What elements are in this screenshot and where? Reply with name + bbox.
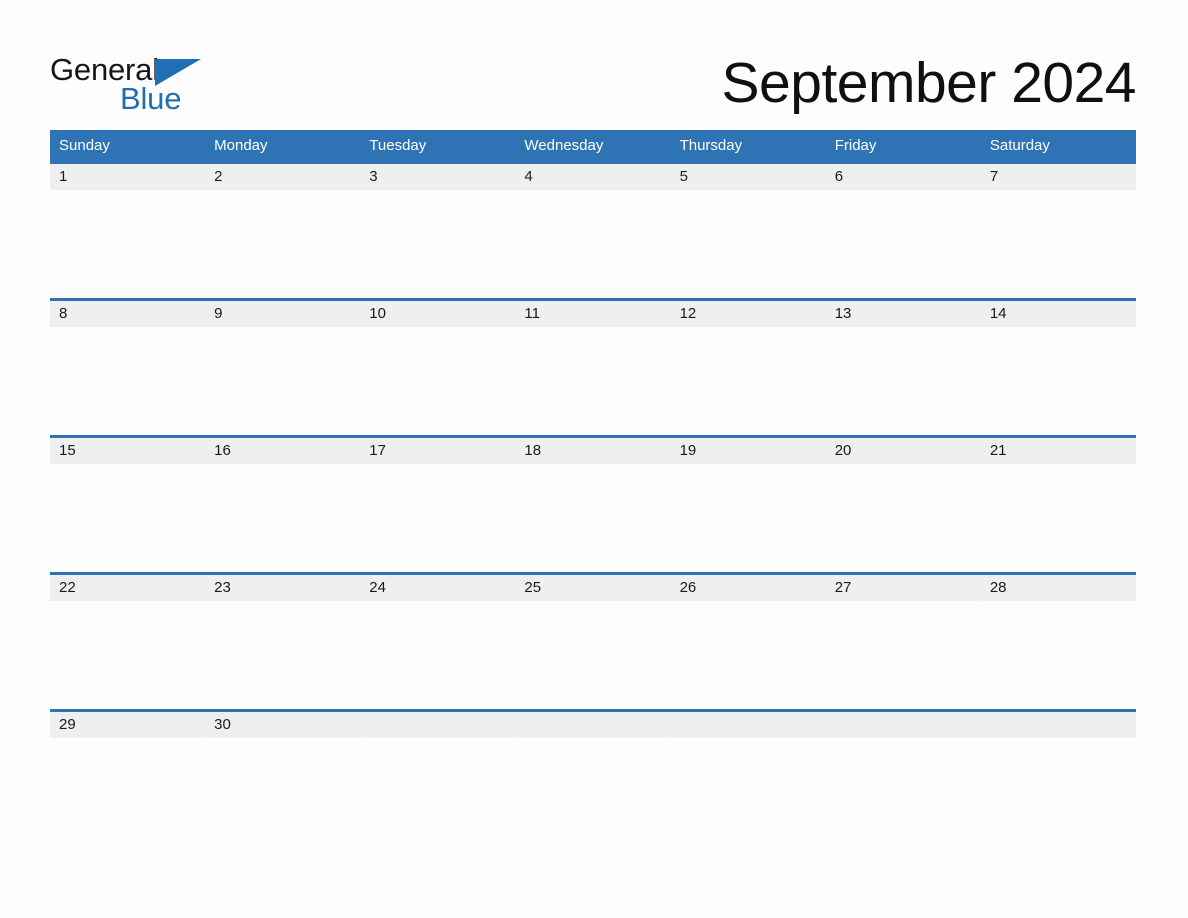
day-number[interactable]: 30 [205, 712, 360, 738]
day-number[interactable]: 25 [515, 575, 670, 601]
day-number[interactable]: 5 [671, 164, 826, 190]
day-number[interactable]: 4 [515, 164, 670, 190]
week-date-band: 15 16 17 18 19 20 21 [50, 435, 1136, 464]
week-date-band: 1 2 3 4 5 6 7 [50, 161, 1136, 190]
day-number[interactable] [360, 712, 515, 738]
day-cell[interactable] [360, 327, 516, 435]
day-cell[interactable] [205, 464, 361, 572]
day-cell[interactable] [826, 738, 982, 838]
day-cell[interactable] [826, 190, 982, 298]
calendar-week-row: 1 2 3 4 5 6 7 [50, 161, 1136, 298]
day-number[interactable]: 17 [360, 438, 515, 464]
day-cell[interactable] [205, 190, 361, 298]
day-number[interactable]: 23 [205, 575, 360, 601]
day-cell[interactable] [981, 327, 1136, 435]
weekday-header-wednesday: Wednesday [524, 137, 604, 154]
day-cell[interactable] [981, 190, 1136, 298]
day-number[interactable]: 27 [826, 575, 981, 601]
day-cell[interactable] [205, 738, 361, 838]
day-cell[interactable] [205, 327, 361, 435]
weekday-header-sunday: Sunday [59, 137, 110, 154]
general-blue-logo: General Blue [50, 54, 250, 118]
week-date-band: 29 30 [50, 709, 1136, 738]
day-cell[interactable] [981, 464, 1136, 572]
day-number[interactable]: 12 [671, 301, 826, 327]
day-cell[interactable] [826, 601, 982, 709]
brand-name-blue: Blue [120, 81, 182, 116]
day-number[interactable]: 24 [360, 575, 515, 601]
day-cell[interactable] [671, 738, 827, 838]
day-cell[interactable] [515, 601, 672, 709]
day-cell[interactable] [981, 738, 1136, 838]
weekday-header-tuesday: Tuesday [369, 137, 427, 154]
day-cell[interactable] [515, 327, 672, 435]
weekday-header-row: Sunday Monday Tuesday Wednesday Thursday… [50, 130, 1136, 161]
day-cell[interactable] [671, 327, 827, 435]
day-number[interactable]: 22 [50, 575, 205, 601]
day-cell[interactable] [50, 738, 206, 838]
day-number[interactable]: 21 [981, 438, 1136, 464]
day-cell[interactable] [50, 464, 206, 572]
day-number[interactable]: 18 [515, 438, 670, 464]
day-number[interactable]: 6 [826, 164, 981, 190]
day-number[interactable] [826, 712, 981, 738]
day-cell[interactable] [50, 601, 206, 709]
calendar-week-row: 15 16 17 18 19 20 21 [50, 435, 1136, 572]
week-date-band: 22 23 24 25 26 27 28 [50, 572, 1136, 601]
day-cell[interactable] [360, 738, 516, 838]
day-cell[interactable] [981, 601, 1136, 709]
day-cell[interactable] [515, 464, 672, 572]
day-number[interactable]: 28 [981, 575, 1136, 601]
day-number[interactable] [671, 712, 826, 738]
masthead: General Blue September 2024 [50, 50, 1137, 122]
day-number[interactable]: 3 [360, 164, 515, 190]
day-cell[interactable] [205, 601, 361, 709]
week-note-area [50, 327, 1136, 435]
day-number[interactable]: 20 [826, 438, 981, 464]
calendar-grid: Sunday Monday Tuesday Wednesday Thursday… [50, 130, 1136, 838]
week-note-area [50, 190, 1136, 298]
day-number[interactable]: 2 [205, 164, 360, 190]
day-cell[interactable] [360, 601, 516, 709]
day-cell[interactable] [360, 464, 516, 572]
day-cell[interactable] [515, 190, 672, 298]
weekday-header-thursday: Thursday [679, 137, 743, 154]
day-cell[interactable] [515, 738, 672, 838]
day-cell[interactable] [671, 601, 827, 709]
day-number[interactable]: 29 [50, 712, 205, 738]
day-cell[interactable] [50, 327, 206, 435]
calendar-week-row: 29 30 [50, 709, 1136, 838]
day-cell[interactable] [671, 464, 827, 572]
day-cell[interactable] [826, 327, 982, 435]
page-title: September 2024 [721, 51, 1137, 115]
day-number[interactable]: 8 [50, 301, 205, 327]
day-number[interactable] [981, 712, 1136, 738]
day-cell[interactable] [826, 464, 982, 572]
weekday-header-friday: Friday [834, 137, 877, 154]
day-number[interactable]: 19 [671, 438, 826, 464]
week-note-area [50, 601, 1136, 709]
day-number[interactable]: 11 [515, 301, 670, 327]
weekday-header-saturday: Saturday [989, 137, 1050, 154]
day-number[interactable]: 9 [205, 301, 360, 327]
day-cell[interactable] [671, 190, 827, 298]
day-cell[interactable] [50, 190, 206, 298]
day-number[interactable]: 13 [826, 301, 981, 327]
day-number[interactable]: 10 [360, 301, 515, 327]
calendar-page: General Blue September 2024 Sunday Monda… [0, 0, 1188, 918]
weekday-header-monday: Monday [214, 137, 268, 154]
day-cell[interactable] [360, 190, 516, 298]
day-number[interactable]: 15 [50, 438, 205, 464]
day-number[interactable]: 14 [981, 301, 1136, 327]
calendar-week-row: 8 9 10 11 12 13 14 [50, 298, 1136, 435]
day-number[interactable]: 1 [50, 164, 205, 190]
day-number[interactable]: 7 [981, 164, 1136, 190]
day-number[interactable]: 16 [205, 438, 360, 464]
week-note-area [50, 738, 1136, 838]
day-number[interactable] [515, 712, 670, 738]
calendar-week-row: 22 23 24 25 26 27 28 [50, 572, 1136, 709]
week-date-band: 8 9 10 11 12 13 14 [50, 298, 1136, 327]
day-number[interactable]: 26 [671, 575, 826, 601]
week-note-area [50, 464, 1136, 572]
